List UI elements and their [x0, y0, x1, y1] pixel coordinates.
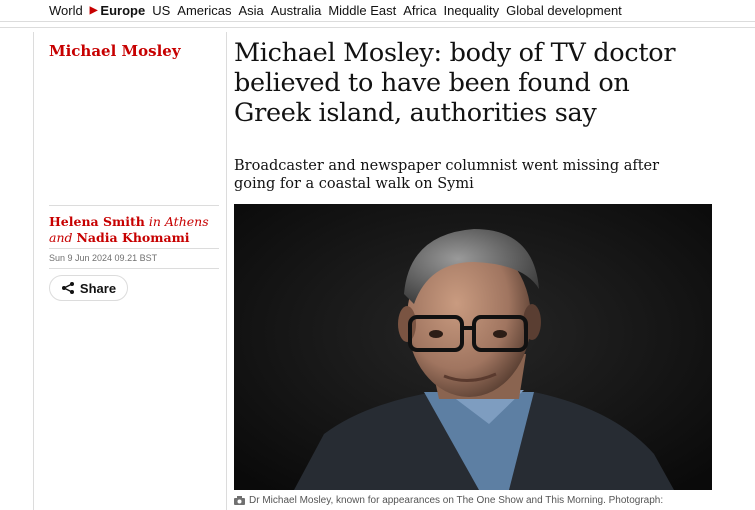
section-nav-list: World ▶ Europe US Americas Asia Australia Middl… — [49, 3, 629, 18]
nav-item-label: US — [152, 3, 171, 18]
nav-item-europe[interactable]: ▶ Europe — [90, 3, 146, 18]
byline-divider-2 — [49, 248, 219, 249]
byline-divider — [49, 205, 219, 206]
byline: Helena Smith in Athens and Nadia Khomami — [49, 214, 224, 246]
nav-item-label: Inequality — [443, 3, 500, 18]
nav-item-americas[interactable]: Americas — [177, 3, 231, 18]
nav-item-label: World — [49, 3, 83, 18]
share-icon — [61, 282, 74, 294]
article-standfirst: Broadcaster and newspaper columnist went… — [234, 158, 660, 192]
column-rule-middle — [226, 32, 227, 510]
nav-item-label: Asia — [238, 3, 264, 18]
nav-item-global-development[interactable]: Global development — [506, 3, 622, 18]
publish-date: Sun 9 Jun 2024 09.21 BST — [49, 253, 158, 263]
camera-icon — [234, 496, 245, 505]
image-caption: Dr Michael Mosley, known for appearances… — [234, 495, 663, 506]
share-label: Share — [79, 280, 117, 296]
share-button[interactable]: Share — [49, 275, 128, 301]
nav-item-world[interactable]: World — [49, 3, 83, 18]
nav-item-asia[interactable]: Asia — [238, 3, 263, 18]
nav-item-label: Global development — [506, 3, 622, 18]
caption-text: Dr Michael Mosley, known for appearances… — [249, 495, 664, 506]
nav-item-label: Americas — [177, 3, 232, 18]
divider — [0, 27, 755, 28]
nav-item-label: Africa — [403, 3, 437, 18]
nav-item-us[interactable]: US — [152, 3, 170, 18]
article-headline: Michael Mosley: body of TV doctor believ… — [234, 38, 676, 128]
date-divider — [49, 268, 219, 269]
hero-image — [234, 204, 712, 490]
nav-item-label: Australia — [270, 3, 322, 18]
series-kicker[interactable]: Michael Mosley — [49, 42, 181, 60]
nav-item-africa[interactable]: Africa — [403, 3, 436, 18]
nav-item-label: Europe — [100, 3, 146, 18]
nav-item-label: Middle East — [328, 3, 397, 18]
nav-item-inequality[interactable]: Inequality — [444, 3, 500, 18]
section-nav: World ▶ Europe US Americas Asia Australia Middl… — [0, 0, 755, 22]
active-arrow-icon: ▶ — [89, 5, 98, 16]
nav-item-australia[interactable]: Australia — [271, 3, 322, 18]
author-link-nadia-khomami[interactable]: Nadia Khomami — [76, 230, 189, 245]
nav-item-middle-east[interactable]: Middle East — [328, 3, 396, 18]
column-rule-left — [33, 32, 34, 510]
author-link-helena-smith[interactable]: Helena Smith — [49, 214, 145, 229]
